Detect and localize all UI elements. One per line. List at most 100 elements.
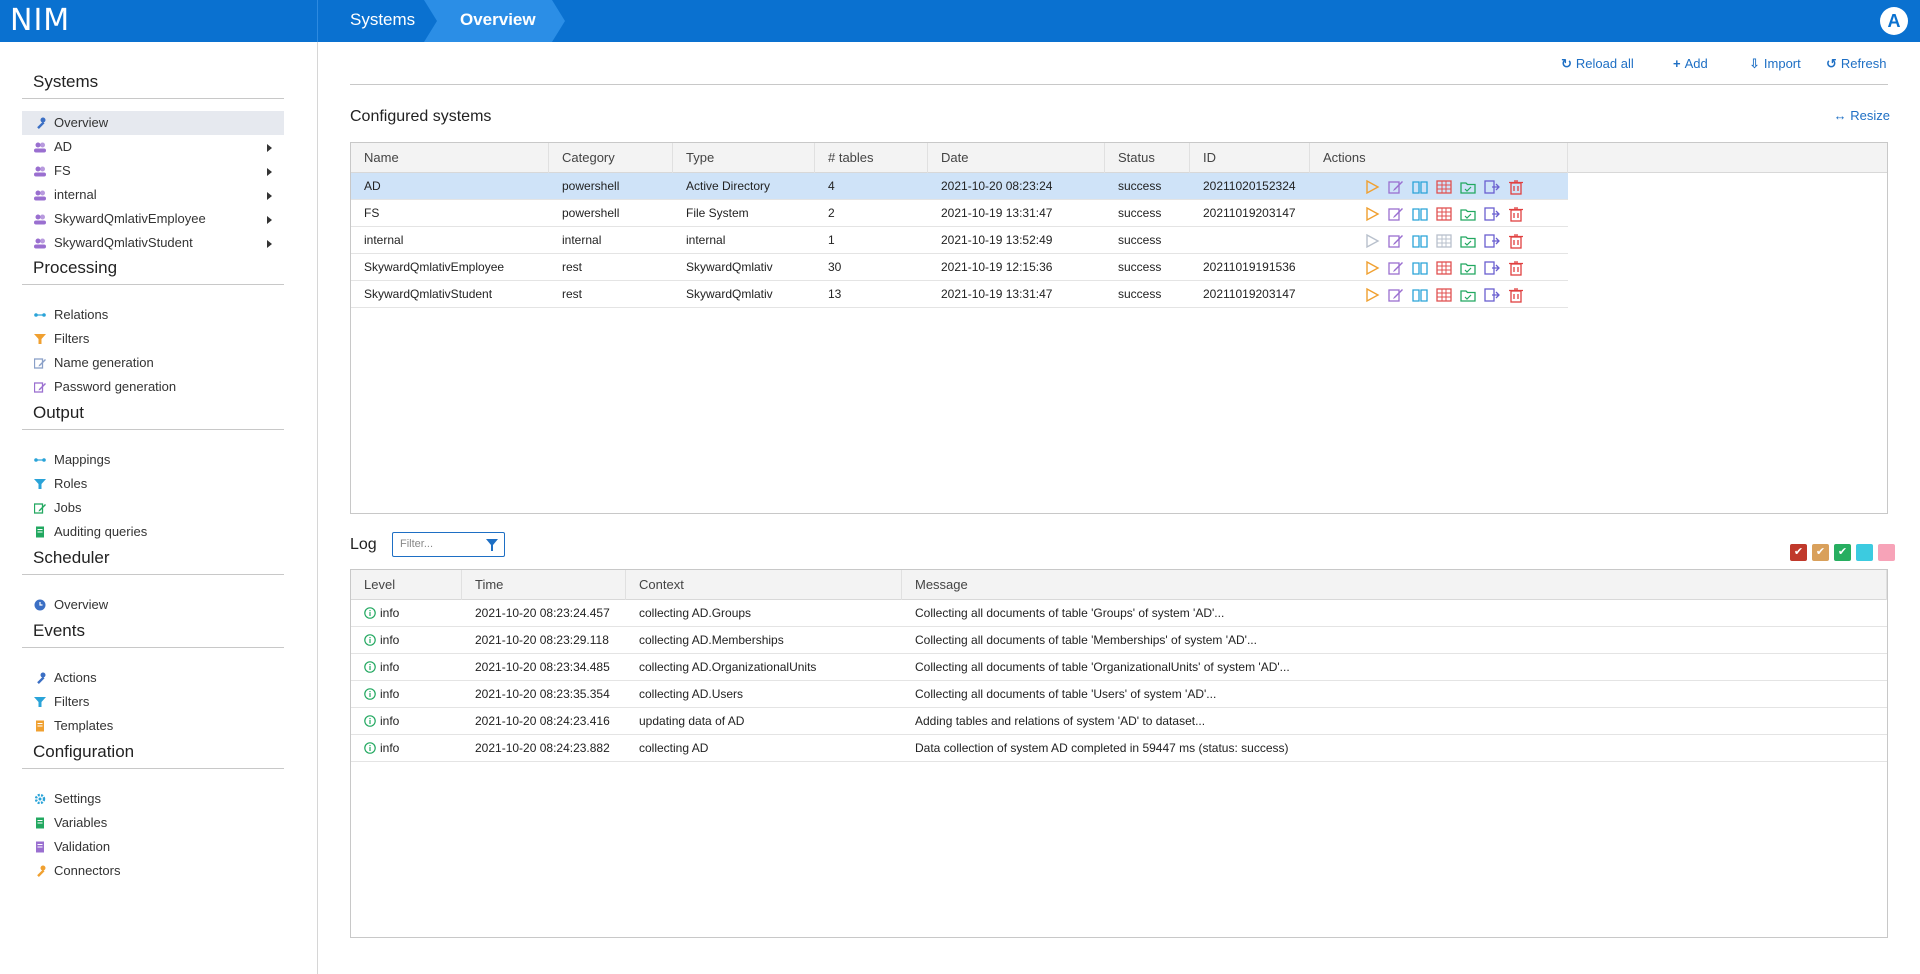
sidebar-item-validation[interactable]: Validation (22, 835, 284, 859)
column-header-actions[interactable]: Actions (1310, 143, 1568, 173)
column-header-id[interactable]: ID (1190, 143, 1310, 173)
log-row[interactable]: info2021-10-20 08:23:35.354collecting AD… (351, 681, 1887, 708)
run-icon[interactable] (1364, 206, 1380, 222)
sidebar-item-auditing-queries[interactable]: Auditing queries (22, 520, 284, 544)
sidebar-item-actions[interactable]: Actions (22, 666, 284, 690)
sidebar-item-connectors[interactable]: Connectors (22, 859, 284, 883)
system-row-fs[interactable]: FSpowershellFile System22021-10-19 13:31… (351, 200, 1568, 227)
sidebar-item-overview[interactable]: Overview (22, 593, 284, 617)
table-icon[interactable] (1436, 260, 1452, 276)
log-row[interactable]: info2021-10-20 08:24:23.882collecting AD… (351, 735, 1887, 762)
log-level-toggle-success[interactable]: ✔ (1834, 544, 1851, 561)
sidebar-item-variables[interactable]: Variables (22, 811, 284, 835)
system-row-ad[interactable]: ADpowershellActive Directory42021-10-20 … (351, 173, 1568, 200)
log-level-toggle-debug[interactable] (1878, 544, 1895, 561)
book-icon[interactable] (1412, 260, 1428, 276)
sidebar-item-ad[interactable]: AD (22, 135, 284, 159)
sidebar-item-jobs[interactable]: Jobs (22, 496, 284, 520)
edit-icon[interactable] (1388, 179, 1404, 195)
log-level-toggle-warning[interactable]: ✔ (1812, 544, 1829, 561)
book-icon[interactable] (1412, 287, 1428, 303)
sidebar-item-skywardqmlativstudent[interactable]: SkywardQmlativStudent (22, 231, 284, 255)
log-column-header-time[interactable]: Time (462, 570, 626, 600)
sidebar-item-name-generation[interactable]: Name generation (22, 351, 284, 375)
edit-icon[interactable] (1388, 287, 1404, 303)
export-icon[interactable] (1484, 206, 1500, 222)
column-header-type[interactable]: Type (673, 143, 815, 173)
column-header-date[interactable]: Date (928, 143, 1105, 173)
delete-icon[interactable] (1508, 233, 1524, 249)
run-icon[interactable] (1364, 287, 1380, 303)
log-column-header-message[interactable]: Message (902, 570, 1887, 600)
import-button[interactable]: ⇩Import (1749, 55, 1801, 73)
log-column-header-context[interactable]: Context (626, 570, 902, 600)
folder-icon[interactable] (1460, 260, 1476, 276)
app-logo[interactable]: NIM (10, 4, 310, 38)
sidebar-item-mappings[interactable]: Mappings (22, 448, 284, 472)
column-header-tables[interactable]: # tables (815, 143, 928, 173)
delete-icon[interactable] (1508, 179, 1524, 195)
folder-icon[interactable] (1460, 233, 1476, 249)
sidebar-item-skywardqmlativemployee[interactable]: SkywardQmlativEmployee (22, 207, 284, 231)
delete-icon[interactable] (1508, 287, 1524, 303)
sidebar-item-overview[interactable]: Overview (22, 111, 284, 135)
edit-icon[interactable] (1388, 206, 1404, 222)
run-icon[interactable] (1364, 179, 1380, 195)
expand-arrow-icon[interactable] (267, 216, 272, 224)
export-icon[interactable] (1484, 179, 1500, 195)
table-icon[interactable] (1436, 179, 1452, 195)
log-level-toggle-error[interactable]: ✔ (1790, 544, 1807, 561)
expand-arrow-icon[interactable] (267, 144, 272, 152)
delete-icon[interactable] (1508, 260, 1524, 276)
user-avatar[interactable]: A (1880, 7, 1908, 35)
expand-arrow-icon[interactable] (267, 192, 272, 200)
add-button[interactable]: +Add (1673, 55, 1708, 73)
run-icon[interactable] (1364, 260, 1380, 276)
export-icon[interactable] (1484, 260, 1500, 276)
book-icon[interactable] (1412, 233, 1428, 249)
sidebar-item-internal[interactable]: internal (22, 183, 284, 207)
log-filter-input[interactable]: Filter... (392, 532, 505, 557)
column-header-status[interactable]: Status (1105, 143, 1190, 173)
sidebar-item-settings[interactable]: Settings (22, 787, 284, 811)
expand-arrow-icon[interactable] (267, 168, 272, 176)
log-level-toggle-info[interactable] (1856, 544, 1873, 561)
filter-icon[interactable] (486, 539, 498, 551)
log-row[interactable]: info2021-10-20 08:23:29.118collecting AD… (351, 627, 1887, 654)
edit-icon[interactable] (1388, 233, 1404, 249)
run-icon[interactable] (1364, 233, 1380, 249)
system-row-skywardqmlativstudent[interactable]: SkywardQmlativStudentrestSkywardQmlativ1… (351, 281, 1568, 308)
log-row[interactable]: info2021-10-20 08:24:23.416updating data… (351, 708, 1887, 735)
column-header-name[interactable]: Name (351, 143, 549, 173)
sidebar-item-password-generation[interactable]: Password generation (22, 375, 284, 399)
sidebar-item-roles[interactable]: Roles (22, 472, 284, 496)
table-icon[interactable] (1436, 206, 1452, 222)
sidebar-item-filters[interactable]: Filters (22, 690, 284, 714)
reload-all-button[interactable]: ↻Reload all (1561, 55, 1634, 73)
sidebar-item-filters[interactable]: Filters (22, 327, 284, 351)
sidebar-item-fs[interactable]: FS (22, 159, 284, 183)
breadcrumb-systems[interactable]: Systems (318, 0, 430, 42)
log-column-header-level[interactable]: Level (351, 570, 462, 600)
column-header-category[interactable]: Category (549, 143, 673, 173)
log-row[interactable]: info2021-10-20 08:23:24.457collecting AD… (351, 600, 1887, 627)
export-icon[interactable] (1484, 287, 1500, 303)
delete-icon[interactable] (1508, 206, 1524, 222)
system-row-skywardqmlativemployee[interactable]: SkywardQmlativEmployeerestSkywardQmlativ… (351, 254, 1568, 281)
export-icon[interactable] (1484, 233, 1500, 249)
sidebar-item-relations[interactable]: Relations (22, 303, 284, 327)
book-icon[interactable] (1412, 206, 1428, 222)
resize-button[interactable]: ↔ Resize (1834, 108, 1890, 123)
table-icon[interactable] (1436, 233, 1452, 249)
folder-icon[interactable] (1460, 179, 1476, 195)
folder-icon[interactable] (1460, 287, 1476, 303)
system-row-internal[interactable]: internalinternalinternal12021-10-19 13:5… (351, 227, 1568, 254)
expand-arrow-icon[interactable] (267, 240, 272, 248)
edit-icon[interactable] (1388, 260, 1404, 276)
refresh-button[interactable]: ↺Refresh (1826, 55, 1886, 73)
breadcrumb-overview[interactable]: Overview (430, 0, 565, 42)
log-row[interactable]: info2021-10-20 08:23:34.485collecting AD… (351, 654, 1887, 681)
sidebar-item-templates[interactable]: Templates (22, 714, 284, 738)
table-icon[interactable] (1436, 287, 1452, 303)
book-icon[interactable] (1412, 179, 1428, 195)
